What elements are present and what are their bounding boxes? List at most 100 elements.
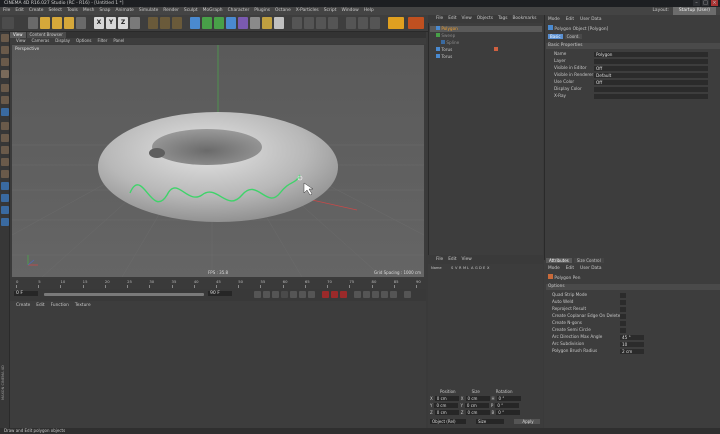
vmenu-filter[interactable]: Filter — [97, 38, 107, 44]
undo-button[interactable] — [2, 17, 14, 29]
render-view-button[interactable] — [148, 17, 158, 29]
size-z-field[interactable]: 0 cm — [465, 410, 490, 415]
coord-mode-select[interactable]: Object (Rel) — [430, 419, 466, 424]
goto-start-button[interactable] — [254, 291, 261, 298]
menu-render[interactable]: Render — [163, 7, 179, 15]
render-picture-viewer-button[interactable] — [160, 17, 170, 29]
object-row-polygon[interactable]: Polygon — [430, 26, 542, 32]
size-x-field[interactable]: 0 cm — [465, 396, 490, 401]
scale-key-button[interactable] — [363, 291, 370, 298]
vmenu-cameras[interactable]: Cameras — [32, 38, 50, 44]
menu-help[interactable]: Help — [364, 7, 374, 15]
prev-key-button[interactable] — [263, 291, 270, 298]
position-x-field[interactable]: 0 cm — [434, 396, 459, 401]
edges-mode-icon[interactable] — [1, 46, 9, 54]
vmenu-panel[interactable]: Panel — [113, 38, 124, 44]
attr2-menu-edit[interactable]: Edit — [566, 266, 574, 271]
x-axis-lock-button[interactable]: X — [94, 17, 104, 29]
vmenu-options[interactable]: Options — [76, 38, 91, 44]
tool-option-checkbox[interactable] — [620, 299, 626, 305]
workplane-button[interactable] — [328, 17, 338, 29]
start-frame-field[interactable]: 0 F — [14, 291, 38, 296]
material-manager[interactable] — [10, 301, 426, 432]
tool-option-checkbox[interactable] — [620, 313, 626, 319]
menu-select[interactable]: Select — [48, 7, 62, 15]
menu-create[interactable]: Create — [29, 7, 44, 15]
viewport-3d[interactable]: Perspective FPS : 35.8 Grid Spacing : 10… — [12, 45, 424, 277]
model-mode-button[interactable] — [304, 17, 314, 29]
attr-prop-field[interactable] — [594, 93, 708, 99]
texture-mode-button[interactable] — [316, 17, 326, 29]
object-row-sweep[interactable]: Sweep — [430, 33, 542, 39]
locked-workplane-icon[interactable] — [1, 96, 9, 104]
attr-prop-field[interactable]: Polygon — [594, 51, 708, 57]
preview-range-slider[interactable] — [44, 293, 204, 296]
attr-prop-field[interactable]: Off — [594, 79, 708, 85]
obj-menu-file[interactable]: File — [436, 15, 443, 23]
timeline-settings-button[interactable] — [404, 291, 411, 298]
solo-icon[interactable] — [1, 122, 9, 130]
tool-option-checkbox[interactable] — [620, 306, 626, 312]
menu-window[interactable]: Window — [341, 7, 358, 15]
layout-select[interactable]: Startup (User) — [672, 7, 716, 15]
obj-menu-view[interactable]: View — [462, 15, 472, 23]
end-frame-field[interactable]: 90 F — [208, 291, 232, 296]
move-tool-button[interactable] — [40, 17, 50, 29]
tab-coord[interactable]: Coord. — [564, 34, 582, 39]
menu-edit[interactable]: Edit — [15, 7, 24, 15]
quantize-icon[interactable] — [1, 218, 9, 226]
object-row-spline[interactable]: Spline — [430, 40, 542, 46]
menu-simulate[interactable]: Simulate — [139, 7, 158, 15]
snap-button[interactable] — [346, 17, 356, 29]
attr-menu-mode[interactable]: Mode — [548, 16, 560, 23]
attr-menu-edit[interactable]: Edit — [566, 16, 574, 23]
light-button[interactable] — [274, 17, 284, 29]
coordinate-system-button[interactable] — [130, 17, 140, 29]
tool-option-checkbox[interactable] — [620, 327, 626, 333]
camera-button[interactable] — [262, 17, 272, 29]
param-key-button[interactable] — [381, 291, 388, 298]
obj-menu-objects[interactable]: Objects — [477, 15, 493, 23]
vmenu-display[interactable]: Display — [55, 38, 70, 44]
vmenu-view[interactable]: View — [16, 38, 26, 44]
layer-manager[interactable] — [428, 264, 543, 386]
render-settings-button[interactable] — [172, 17, 182, 29]
tweak-mode-button[interactable] — [370, 17, 380, 29]
attr2-menu-mode[interactable]: Mode — [548, 266, 560, 271]
axis-mode-button[interactable] — [358, 17, 368, 29]
attr2-menu-user-data[interactable]: User Data — [580, 266, 601, 271]
make-editable-button[interactable] — [292, 17, 302, 29]
menu-mograph[interactable]: MoGraph — [203, 7, 223, 15]
menu-file[interactable]: File — [3, 7, 10, 15]
menu-animate[interactable]: Animate — [115, 7, 133, 15]
obj-menu-bookmarks[interactable]: Bookmarks — [512, 15, 536, 23]
obj-menu-tags[interactable]: Tags — [498, 15, 508, 23]
subdivision-surface-button[interactable] — [214, 17, 224, 29]
keyframe-selection-button[interactable] — [340, 291, 347, 298]
menu-tools[interactable]: Tools — [67, 7, 78, 15]
rotation-key-button[interactable] — [372, 291, 379, 298]
layer-menu-view[interactable]: View — [462, 256, 472, 264]
tab-basic[interactable]: Basic — [548, 34, 563, 39]
bend-deformer-button[interactable] — [238, 17, 248, 29]
menu-mesh[interactable]: Mesh — [83, 7, 95, 15]
snap-settings-icon[interactable] — [1, 146, 9, 154]
attr-menu-user-data[interactable]: User Data — [580, 16, 601, 23]
z-axis-lock-button[interactable]: Z — [118, 17, 128, 29]
xparticles-button[interactable] — [408, 17, 424, 29]
obj-menu-edit[interactable]: Edit — [448, 15, 456, 23]
floor-button[interactable] — [250, 17, 260, 29]
y-axis-lock-button[interactable]: Y — [106, 17, 116, 29]
sculpt-icon[interactable] — [1, 134, 9, 142]
attr-prop-field[interactable]: Off — [594, 65, 708, 71]
autokey-button[interactable] — [331, 291, 338, 298]
mat-menu-function[interactable]: Function — [51, 303, 69, 308]
polygons-mode-icon[interactable] — [1, 58, 9, 66]
viewport-solo-icon[interactable] — [1, 182, 9, 190]
rotation-h-field[interactable]: 0 ° — [496, 396, 521, 401]
pen-spline-button[interactable] — [202, 17, 212, 29]
tool-option-checkbox[interactable] — [620, 292, 626, 298]
minimize-icon[interactable]: – — [693, 0, 700, 6]
rotation-p-field[interactable]: 0 ° — [495, 403, 520, 408]
maximize-icon[interactable]: □ — [702, 0, 709, 6]
